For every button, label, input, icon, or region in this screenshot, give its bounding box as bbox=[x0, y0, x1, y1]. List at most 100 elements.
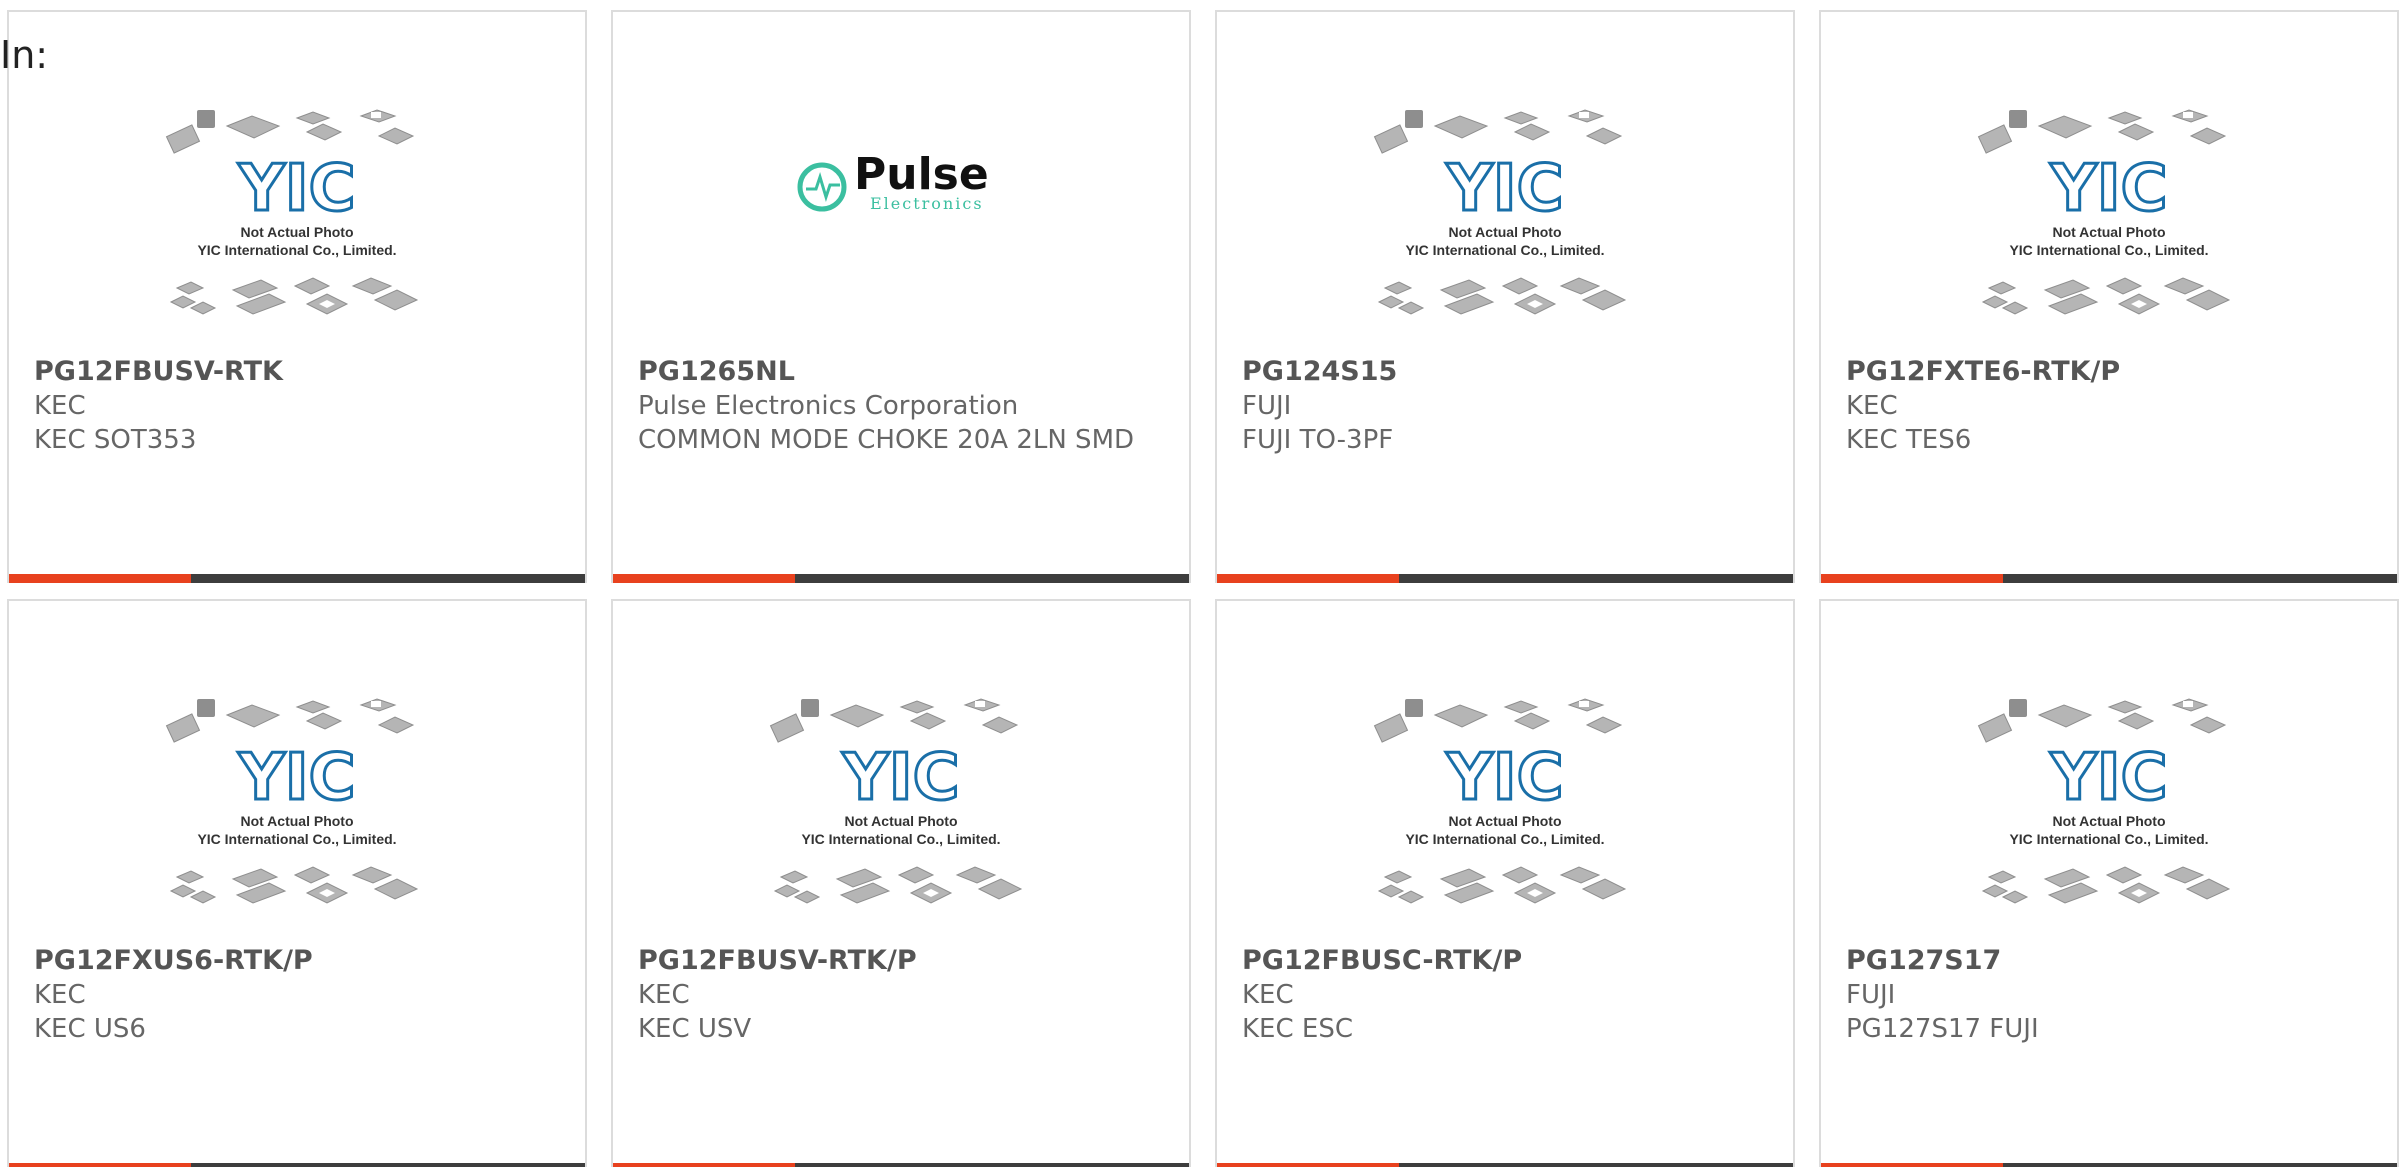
chip-icon bbox=[2047, 882, 2099, 904]
card-accent-bar bbox=[613, 1163, 795, 1167]
chip-icon bbox=[793, 890, 821, 904]
chip-icon bbox=[1585, 127, 1623, 145]
product-card[interactable]: YIC Not Actual Photo YIC International Co.… bbox=[1215, 10, 1795, 583]
chip-icon bbox=[1373, 124, 1409, 154]
chip-icon bbox=[169, 884, 197, 898]
product-photo: YIC Not Actual Photo YIC International Co.… bbox=[1217, 691, 1793, 941]
chip-icon bbox=[1513, 712, 1551, 730]
part-number[interactable]: PG12FBUSC-RTK/P bbox=[1242, 944, 1773, 978]
description: KEC USV bbox=[638, 1014, 752, 1044]
card-accent-bar bbox=[1821, 1163, 2003, 1167]
not-actual-photo-image: YICNot Actual Photo YIC International Co.… bbox=[1977, 109, 2231, 315]
chip-icon bbox=[2183, 701, 2193, 707]
chip-icon bbox=[1977, 713, 2013, 743]
chip-icon bbox=[981, 716, 1019, 734]
product-card[interactable]: YIC Not Actual Photo YIC International Co.… bbox=[1215, 599, 1795, 1167]
chip-icon bbox=[373, 289, 419, 311]
chip-icon bbox=[293, 277, 331, 295]
card-bottom-bar bbox=[1821, 1163, 2397, 1167]
product-card[interactable]: YIC Not Actual Photo YIC International Co.… bbox=[7, 599, 587, 1167]
part-number[interactable]: PG127S17 bbox=[1846, 944, 2377, 978]
part-number[interactable]: PG12FBUSV-RTK bbox=[34, 355, 565, 389]
chip-icon bbox=[175, 281, 205, 295]
product-info: PG12FXUS6-RTK/P KEC KEC US6 bbox=[34, 944, 565, 1046]
chip-icon bbox=[189, 301, 217, 315]
description: KEC SOT353 bbox=[34, 425, 197, 455]
chip-icon bbox=[2107, 700, 2143, 714]
card-accent-bar bbox=[1217, 1163, 1399, 1167]
product-info: PG127S17 FUJI PG127S17 FUJI bbox=[1846, 944, 2377, 1046]
product-info: PG12FBUSV-RTK KEC KEC SOT353 bbox=[34, 355, 565, 457]
product-card[interactable]: YIC Not Actual Photo YIC International Co.… bbox=[7, 10, 587, 583]
chip-icon bbox=[2107, 111, 2143, 125]
product-info: PG124S15 FUJI FUJI TO-3PF bbox=[1242, 355, 1773, 457]
chip-icon bbox=[2047, 293, 2099, 315]
not-actual-photo-image: YICNot Actual Photo YIC International Co.… bbox=[165, 109, 419, 315]
product-info: PG1265NL Pulse Electronics Corporation C… bbox=[638, 355, 1169, 457]
part-number[interactable]: PG12FXTE6-RTK/P bbox=[1846, 355, 2377, 389]
chip-icon bbox=[2189, 127, 2227, 145]
pulse-electronics-logo: Pulse Electronics bbox=[613, 147, 1189, 221]
chip-icon bbox=[1443, 293, 1495, 315]
description: COMMON MODE CHOKE 20A 2LN SMD bbox=[638, 425, 1135, 455]
card-accent-bar bbox=[1821, 574, 2003, 583]
part-number[interactable]: PG124S15 bbox=[1242, 355, 1773, 389]
yic-company-text: YIC International Co., Limited. bbox=[1405, 242, 1604, 258]
chip-icon bbox=[1377, 884, 1405, 898]
chip-icon bbox=[839, 882, 891, 904]
yic-logo: YIC bbox=[1445, 741, 1563, 815]
chip-icon bbox=[2117, 712, 2155, 730]
chip-icon bbox=[1987, 281, 2017, 295]
product-card[interactable]: YIC Not Actual Photo YIC International Co.… bbox=[1819, 599, 2399, 1167]
chip-icon bbox=[1981, 884, 2009, 898]
chip-icon bbox=[377, 716, 415, 734]
description: PG127S17 FUJI bbox=[1846, 1014, 2039, 1044]
yic-logo: YIC bbox=[237, 152, 355, 226]
chip-icon bbox=[801, 699, 819, 717]
chip-icon bbox=[1433, 704, 1489, 728]
product-card[interactable]: Pulse Electronics PG1265NL Pulse Electron… bbox=[611, 10, 1191, 583]
product-info: PG12FBUSV-RTK/P KEC KEC USV bbox=[638, 944, 1169, 1046]
chip-icon bbox=[189, 890, 217, 904]
description: FUJI TO-3PF bbox=[1242, 425, 1394, 455]
product-card[interactable]: YIC Not Actual Photo YIC International Co.… bbox=[611, 599, 1191, 1167]
chip-icon bbox=[1579, 701, 1589, 707]
part-number[interactable]: PG12FBUSV-RTK/P bbox=[638, 944, 1169, 978]
manufacturer: Pulse Electronics Corporation bbox=[638, 391, 1019, 421]
chip-icon bbox=[1501, 866, 1539, 884]
product-info: PG12FXTE6-RTK/P KEC KEC TES6 bbox=[1846, 355, 2377, 457]
chip-icon bbox=[1503, 700, 1539, 714]
chip-icon bbox=[1501, 277, 1539, 295]
chip-icon bbox=[295, 111, 331, 125]
product-card[interactable]: YIC Not Actual Photo YIC International Co.… bbox=[1819, 10, 2399, 583]
yic-company-text: YIC International Co., Limited. bbox=[197, 831, 396, 847]
chip-icon bbox=[377, 127, 415, 145]
chip-icon bbox=[2037, 115, 2093, 139]
chip-icon bbox=[829, 704, 885, 728]
chip-icon bbox=[977, 878, 1023, 900]
page: In: YIC Not Actual Photo YIC International… bbox=[0, 0, 2400, 1167]
manufacturer: KEC bbox=[34, 391, 86, 421]
chip-icon bbox=[2163, 866, 2205, 884]
chip-icon bbox=[293, 866, 331, 884]
chip-icon bbox=[1581, 878, 1627, 900]
chip-icon bbox=[2117, 123, 2155, 141]
yic-company-text: YIC International Co., Limited. bbox=[2009, 242, 2208, 258]
not-actual-photo-image: YICNot Actual Photo YIC International Co.… bbox=[165, 698, 419, 904]
chip-icon bbox=[1383, 870, 1413, 884]
part-number[interactable]: PG1265NL bbox=[638, 355, 1169, 389]
chip-icon bbox=[295, 700, 331, 714]
card-bottom-bar bbox=[9, 574, 585, 583]
part-number[interactable]: PG12FXUS6-RTK/P bbox=[34, 944, 565, 978]
chip-icon bbox=[2001, 301, 2029, 315]
chip-icon bbox=[2105, 277, 2143, 295]
card-bottom-bar bbox=[1217, 574, 1793, 583]
chip-icon bbox=[1443, 882, 1495, 904]
chip-icon bbox=[305, 712, 343, 730]
chip-icon bbox=[1377, 295, 1405, 309]
chip-icon bbox=[899, 700, 935, 714]
card-accent-bar bbox=[9, 574, 191, 583]
chip-icon bbox=[1981, 295, 2009, 309]
chip-icon bbox=[2183, 112, 2193, 118]
chip-icon bbox=[305, 123, 343, 141]
